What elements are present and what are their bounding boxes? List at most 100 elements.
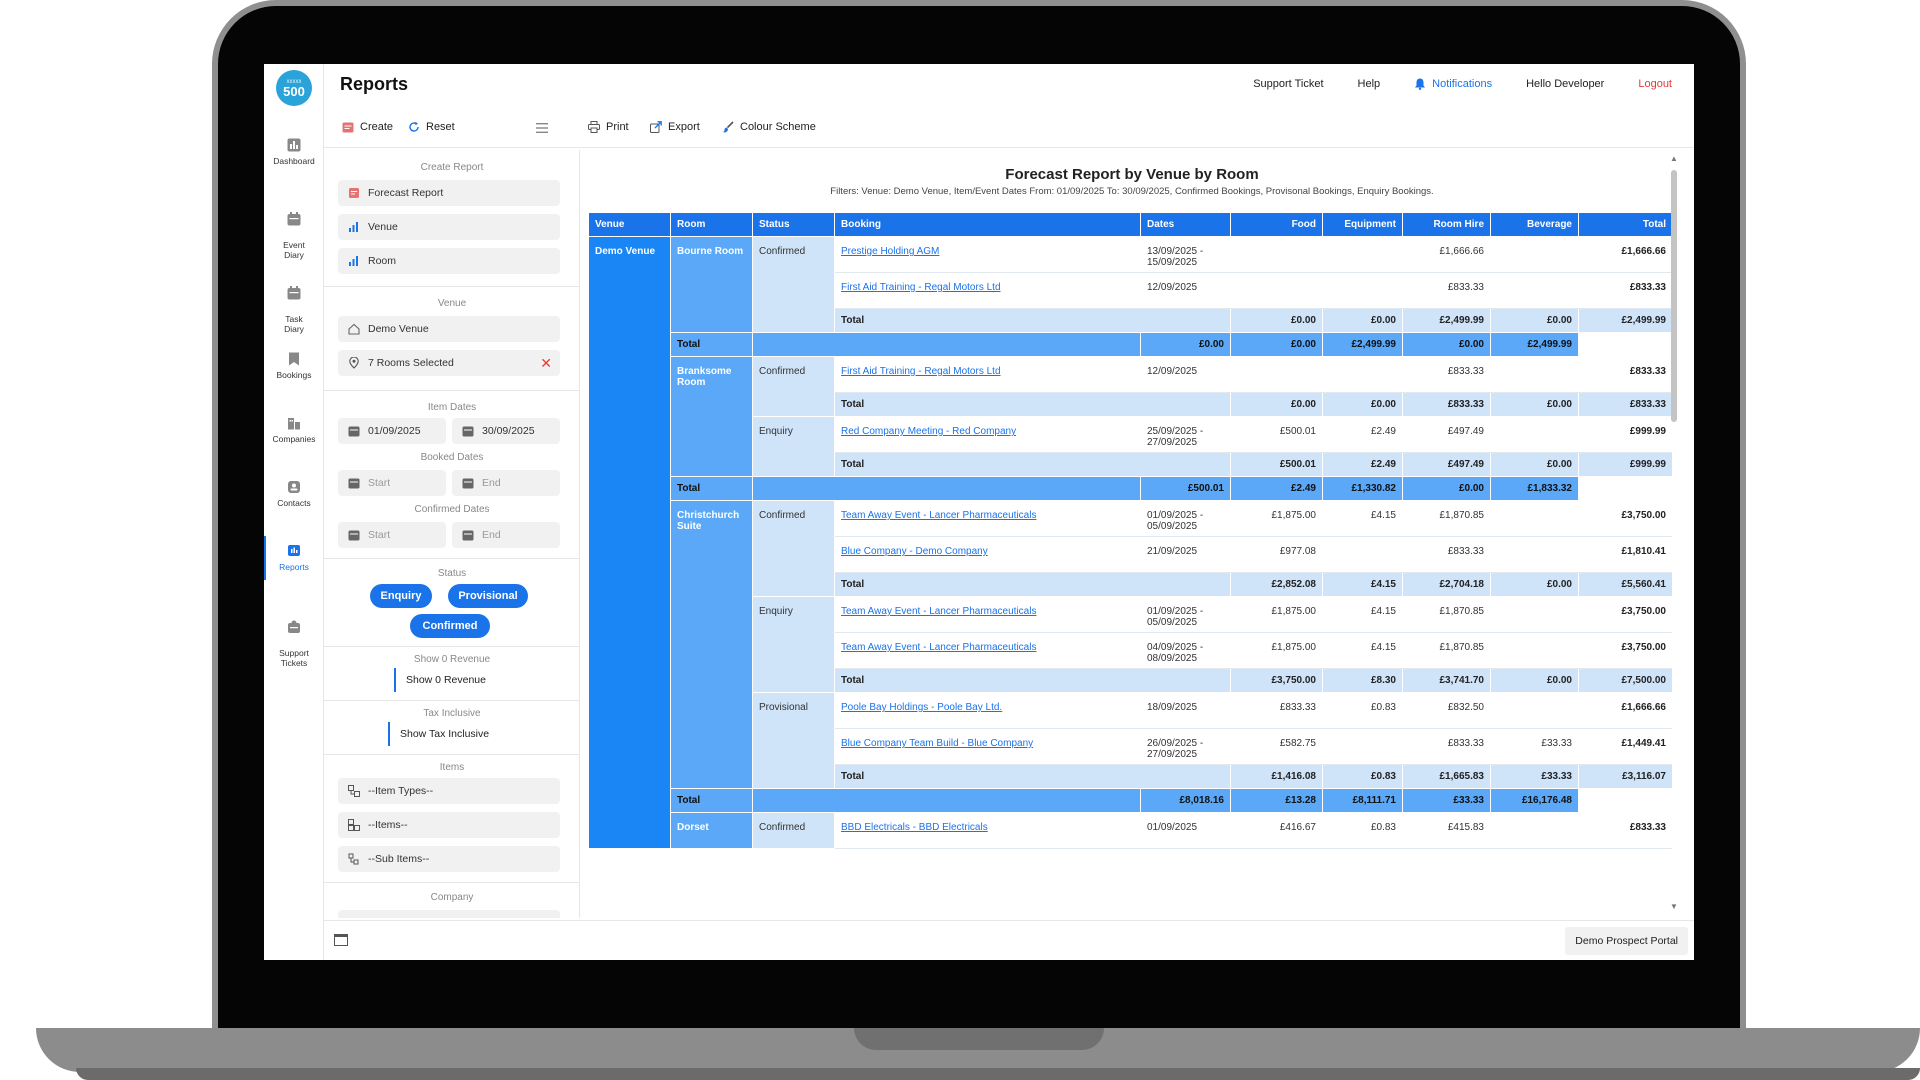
beverage-total-cell: £0.00 [1490,668,1579,693]
booking-link[interactable]: BBD Electricals - BBD Electricals [841,822,988,833]
status-enquiry-chip[interactable]: Enquiry [370,584,432,608]
support-ticket-link[interactable]: Support Ticket [1253,78,1323,90]
company-select[interactable] [338,910,560,918]
print-button[interactable]: Print [588,121,629,133]
nav-task-diary[interactable]: Task Diary [264,276,324,334]
item-date-from[interactable]: 01/09/2025 [338,418,446,444]
nav-contacts[interactable]: Contacts [264,480,324,508]
booked-start-input[interactable]: Start [338,470,446,496]
create-button[interactable]: Create [342,121,393,133]
room-hire-cell: £415.83 [1402,812,1491,849]
room-hire-cell: £833.33 [1402,272,1491,309]
clear-rooms-icon[interactable]: ✕ [540,356,552,370]
scroll-down-icon[interactable]: ▼ [1670,902,1678,911]
booking-link[interactable]: Red Company Meeting - Red Company [841,426,1016,437]
status-provisional-chip[interactable]: Provisional [448,584,528,608]
item-types-select[interactable]: --Item Types-- [338,778,560,804]
calendar-icon [462,530,474,541]
booking-cell: First Aid Training - Regal Motors Ltd [834,356,1141,393]
total-label: Total [670,476,753,501]
show-zero-revenue-toggle[interactable]: Show 0 Revenue [394,668,486,692]
item-types-icon [348,785,360,797]
sub-items-value: --Sub Items-- [368,853,430,865]
report-type-forecast[interactable]: Forecast Report [338,180,560,206]
help-link[interactable]: Help [1358,78,1381,90]
confirmed-start-input[interactable]: Start [338,522,446,548]
app-logo[interactable]: xxxxx 500 [276,70,312,106]
nav-label: Bookings [276,370,312,380]
report-scrollbar[interactable]: ▲ ▼ [1670,154,1678,914]
confirmed-end-input[interactable]: End [452,522,560,548]
menu-icon[interactable] [536,123,548,133]
nav-event-diary[interactable]: Event Diary [264,202,324,260]
export-button[interactable]: Export [650,121,700,133]
room-total-spacer [752,332,1141,357]
booking-link[interactable]: Team Away Event - Lancer Pharmaceuticals [841,642,1036,653]
column-header: Room Hire [1402,212,1491,237]
items-select[interactable]: --Items-- [338,812,560,838]
booking-link[interactable]: Blue Company - Demo Company [841,546,988,557]
booking-cell: First Aid Training - Regal Motors Ltd [834,272,1141,309]
equipment-total-cell: £4.15 [1322,572,1403,597]
nav-bookings[interactable]: Bookings [264,352,324,380]
item-date-to[interactable]: 30/09/2025 [452,418,560,444]
room-hire-total-cell: £2,704.18 [1402,572,1491,597]
nav-dashboard[interactable]: Dashboard [264,138,324,166]
booking-cell: Team Away Event - Lancer Pharmaceuticals [834,596,1141,633]
brush-icon [722,121,734,133]
booking-link[interactable]: Blue Company Team Build - Blue Company [841,738,1033,749]
logout-link[interactable]: Logout [1638,78,1672,90]
food-total-cell: £0.00 [1230,308,1323,333]
status-cell: Confirmed [752,356,835,417]
equipment-cell [1322,536,1403,573]
room-hire-cell: £1,666.66 [1402,236,1491,273]
room-cell: Branksome Room [670,356,753,477]
report-group-room[interactable]: Room [338,248,560,274]
booking-link[interactable]: Team Away Event - Lancer Pharmaceuticals [841,510,1036,521]
nav-companies[interactable]: Companies [264,416,324,444]
food-cell [1230,272,1323,309]
divider [324,558,579,559]
booking-link[interactable]: Prestige Holding AGM [841,246,939,257]
booking-link[interactable]: Poole Bay Holdings - Poole Bay Ltd. [841,702,1002,713]
booking-link[interactable]: First Aid Training - Regal Motors Ltd [841,282,1001,293]
equipment-cell: £4.15 [1322,632,1403,669]
venue-select[interactable]: Demo Venue [338,316,560,342]
user-greeting[interactable]: Hello Developer [1526,78,1604,90]
item-date-to-value: 30/09/2025 [482,425,535,437]
nav-support-tickets[interactable]: Support Tickets [264,610,324,668]
calendar-icon [348,478,360,489]
colour-scheme-button[interactable]: Colour Scheme [722,121,816,133]
rooms-select[interactable]: 7 Rooms Selected ✕ [338,350,560,376]
window-icon[interactable] [334,933,348,947]
nav-reports[interactable]: Reports [264,536,324,580]
booking-cell: Red Company Meeting - Red Company [834,416,1141,453]
booking-link[interactable]: Team Away Event - Lancer Pharmaceuticals [841,606,1036,617]
beverage-room-total-cell: £33.33 [1402,788,1491,813]
food-total-cell: £500.01 [1230,452,1323,477]
report-group-venue[interactable]: Venue [338,214,560,240]
booked-end-input[interactable]: End [452,470,560,496]
scroll-thumb[interactable] [1671,170,1677,422]
calendar-icon [348,426,360,437]
colour-scheme-label: Colour Scheme [740,121,816,133]
sub-items-select[interactable]: --Sub Items-- [338,846,560,872]
room-hire-total-cell: £1,665.83 [1402,764,1491,789]
reset-button[interactable]: Reset [408,121,455,133]
dates-cell: 12/09/2025 [1140,356,1231,393]
status-confirmed-chip[interactable]: Confirmed [410,614,490,638]
equipment-total-cell: £8.30 [1322,668,1403,693]
booking-link[interactable]: First Aid Training - Regal Motors Ltd [841,366,1001,377]
print-label: Print [606,121,629,133]
demo-prospect-portal-button[interactable]: Demo Prospect Portal [1565,927,1688,955]
toolbar: Create Reset Print Export Colour Scheme [324,108,1694,148]
total-room-total-cell: £16,176.48 [1490,788,1579,813]
notifications-link[interactable]: Notifications [1414,78,1492,90]
scroll-up-icon[interactable]: ▲ [1670,154,1678,163]
dates-cell: 26/09/2025 - 27/09/2025 [1140,728,1231,765]
status-heading: Status [437,568,467,579]
equipment-cell [1322,728,1403,765]
nav-rail: xxxxx 500 Dashboard Event Diary Task Dia… [264,64,324,960]
food-cell: £833.33 [1230,692,1323,729]
show-tax-inclusive-toggle[interactable]: Show Tax Inclusive [388,722,489,746]
